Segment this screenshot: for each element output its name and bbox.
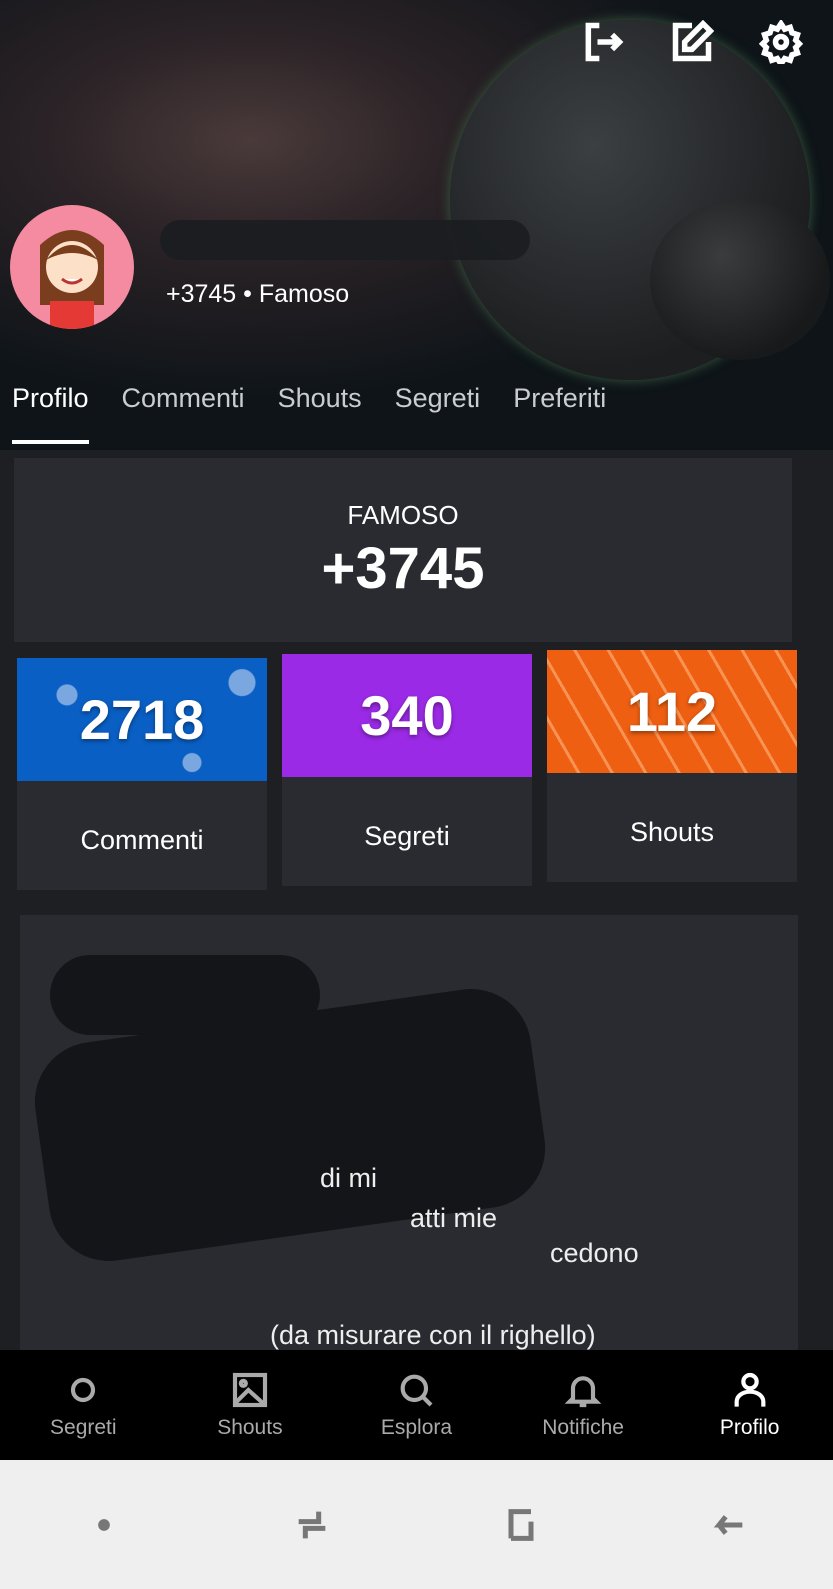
nav-label: Esplora	[380, 1416, 453, 1439]
tab-commenti[interactable]: Commenti	[122, 383, 245, 444]
tab-profilo[interactable]: Profilo	[12, 383, 89, 444]
tab-segreti[interactable]: Segreti	[395, 383, 481, 444]
stat-label: Commenti	[80, 825, 204, 855]
rank-label: FAMOSO	[347, 500, 459, 530]
stat-value: 112	[547, 650, 797, 773]
user-icon	[734, 1372, 766, 1407]
stat-card-shouts[interactable]: 112 Shouts	[547, 650, 797, 882]
rank-card: FAMOSO +3745	[14, 458, 792, 642]
secret-icon	[71, 1377, 96, 1403]
dot-icon[interactable]	[84, 1505, 124, 1545]
stat-label: Shouts	[629, 817, 715, 847]
stat-card-commenti[interactable]: 2718 Commenti	[17, 658, 267, 890]
image-icon	[232, 1372, 267, 1408]
recents-icon[interactable]	[292, 1505, 332, 1545]
stat-value: 340	[282, 654, 532, 777]
bio-line: atti mie	[410, 1203, 498, 1233]
stat-card-segreti[interactable]: 340 Segreti	[282, 654, 532, 886]
avatar[interactable]	[10, 205, 134, 329]
rank-value: +3745	[321, 536, 485, 601]
gear-icon[interactable]	[759, 20, 803, 64]
back-icon[interactable]	[709, 1505, 749, 1545]
tab-shouts[interactable]: Shouts	[278, 383, 362, 444]
nav-profilo[interactable]: Profilo	[666, 1350, 833, 1460]
stat-label: Segreti	[364, 821, 450, 851]
search-icon	[401, 1374, 433, 1407]
score-line: +3745 • Famoso	[166, 280, 350, 308]
nav-label: Segreti	[50, 1416, 117, 1439]
redacted-username	[160, 220, 530, 260]
bio-line: cedono	[550, 1238, 639, 1268]
nav-shouts[interactable]: Shouts	[167, 1350, 334, 1460]
nav-label: Notifiche	[542, 1416, 624, 1439]
system-nav-bar	[0, 1460, 833, 1589]
nav-label: Profilo	[719, 1416, 780, 1439]
logout-icon[interactable]	[581, 20, 625, 64]
bio-card: di mi atti mie cedono (da misurare con i…	[20, 915, 798, 1355]
edit-icon[interactable]	[670, 20, 714, 64]
home-icon[interactable]	[501, 1505, 541, 1545]
nav-notifiche[interactable]: Notifiche	[500, 1350, 667, 1460]
nav-label: Shouts	[217, 1416, 283, 1439]
bell-icon	[564, 1376, 602, 1408]
profile-header: +3745 • Famoso Profilo Commenti Shouts S…	[0, 0, 833, 450]
nav-segreti[interactable]: Segreti	[0, 1350, 167, 1460]
stat-value: 2718	[17, 658, 267, 781]
bio-line: (da misurare con il righello)	[270, 1320, 596, 1350]
bio-line: di mi	[320, 1163, 378, 1193]
bottom-nav: Segreti Shouts Esplora Notifiche Profilo	[0, 1350, 833, 1460]
tab-preferiti[interactable]: Preferiti	[513, 383, 606, 444]
planet-decoration	[650, 200, 830, 360]
nav-esplora[interactable]: Esplora	[333, 1350, 500, 1460]
